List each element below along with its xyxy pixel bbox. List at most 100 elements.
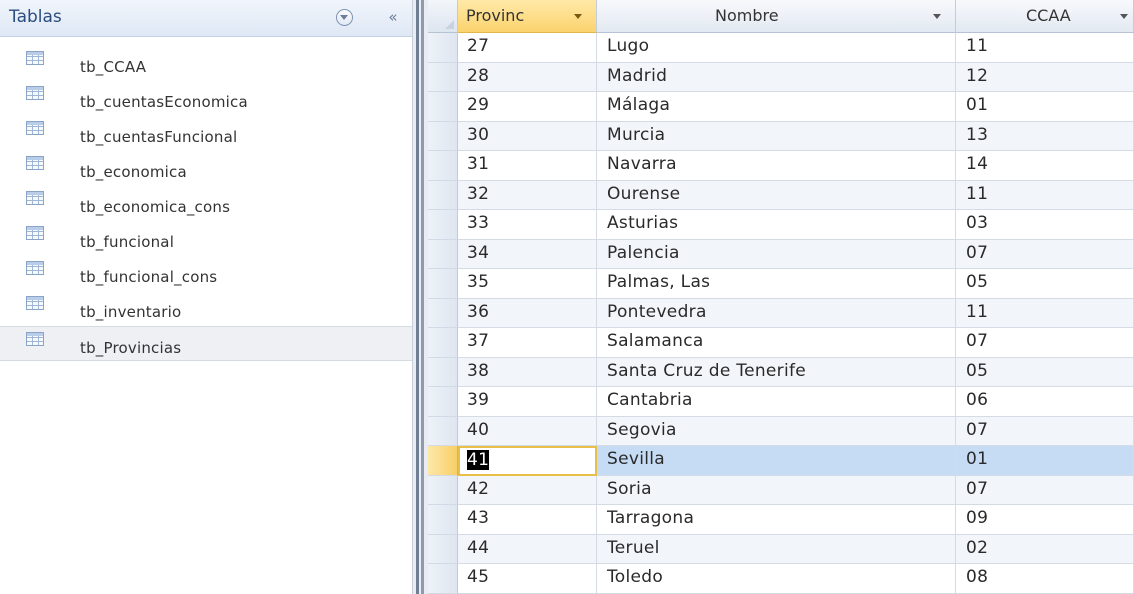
- table-cell[interactable]: 07: [956, 328, 1134, 358]
- table-cell[interactable]: 11: [956, 180, 1134, 210]
- nav-item-table[interactable]: tb_economica: [0, 151, 412, 186]
- nav-item-table[interactable]: tb_funcional_cons: [0, 256, 412, 291]
- table-row[interactable]: 29 Málaga 01: [428, 92, 1134, 122]
- table-cell[interactable]: Toledo: [597, 564, 956, 594]
- table-cell[interactable]: 43: [458, 505, 597, 535]
- table-row[interactable]: 33 Asturias 03: [428, 210, 1134, 240]
- table-cell[interactable]: 06: [956, 387, 1134, 417]
- table-cell[interactable]: 35: [458, 269, 597, 299]
- table-cell[interactable]: Teruel: [597, 534, 956, 564]
- table-cell[interactable]: 45: [458, 564, 597, 594]
- table-cell[interactable]: Santa Cruz de Tenerife: [597, 357, 956, 387]
- table-cell[interactable]: Málaga: [597, 92, 956, 122]
- record-selector[interactable]: [428, 151, 458, 181]
- table-cell[interactable]: 01: [956, 446, 1134, 476]
- dropdown-arrow-icon[interactable]: [574, 14, 582, 19]
- table-cell[interactable]: 44: [458, 534, 597, 564]
- table-cell[interactable]: 11: [956, 298, 1134, 328]
- column-header-nombre[interactable]: Nombre: [597, 0, 956, 33]
- table-cell[interactable]: 28: [458, 62, 597, 92]
- table-cell[interactable]: Ourense: [597, 180, 956, 210]
- table-cell[interactable]: Sevilla: [597, 446, 956, 476]
- table-cell[interactable]: 07: [956, 475, 1134, 505]
- nav-item-table[interactable]: tb_CCAA: [0, 46, 412, 81]
- table-row[interactable]: 45 Toledo 08: [428, 564, 1134, 594]
- record-selector[interactable]: [428, 298, 458, 328]
- table-cell[interactable]: 37: [458, 328, 597, 358]
- record-selector[interactable]: [428, 210, 458, 240]
- table-row[interactable]: 36 Pontevedra 11: [428, 298, 1134, 328]
- nav-item-table[interactable]: tb_economica_cons: [0, 186, 412, 221]
- record-selector[interactable]: [428, 33, 458, 63]
- table-cell[interactable]: 01: [956, 92, 1134, 122]
- table-row[interactable]: 34 Palencia 07: [428, 239, 1134, 269]
- table-cell[interactable]: Cantabria: [597, 387, 956, 417]
- table-cell[interactable]: 27: [458, 33, 597, 63]
- table-row[interactable]: 39 Cantabria 06: [428, 387, 1134, 417]
- table-row[interactable]: 40 Segovia 07: [428, 416, 1134, 446]
- table-cell[interactable]: 33: [458, 210, 597, 240]
- column-header-provinc[interactable]: Provinc: [458, 0, 597, 33]
- record-selector[interactable]: [428, 505, 458, 535]
- table-cell[interactable]: 02: [956, 534, 1134, 564]
- table-cell[interactable]: Pontevedra: [597, 298, 956, 328]
- table-cell[interactable]: 08: [956, 564, 1134, 594]
- table-row[interactable]: 27 Lugo 11: [428, 33, 1134, 63]
- table-cell[interactable]: 39: [458, 387, 597, 417]
- table-cell[interactable]: Navarra: [597, 151, 956, 181]
- table-row[interactable]: 38 Santa Cruz de Tenerife 05: [428, 357, 1134, 387]
- table-cell[interactable]: 41: [458, 446, 597, 476]
- table-cell[interactable]: Murcia: [597, 121, 956, 151]
- table-row[interactable]: 37 Salamanca 07: [428, 328, 1134, 358]
- table-cell[interactable]: 07: [956, 416, 1134, 446]
- record-selector[interactable]: [428, 446, 458, 476]
- table-cell[interactable]: 09: [956, 505, 1134, 535]
- column-header-ccaa[interactable]: CCAA: [956, 0, 1134, 33]
- nav-item-table[interactable]: tb_funcional: [0, 221, 412, 256]
- nav-item-table[interactable]: tb_cuentasFuncional: [0, 116, 412, 151]
- record-selector[interactable]: [428, 416, 458, 446]
- table-row[interactable]: 41 Sevilla 01: [428, 446, 1134, 476]
- dropdown-arrow-icon[interactable]: [1120, 14, 1128, 19]
- record-selector[interactable]: [428, 62, 458, 92]
- record-selector[interactable]: [428, 564, 458, 594]
- table-cell[interactable]: 03: [956, 210, 1134, 240]
- nav-title[interactable]: Tablas: [9, 7, 62, 27]
- pane-splitter[interactable]: [412, 0, 429, 594]
- table-cell[interactable]: 31: [458, 151, 597, 181]
- table-row[interactable]: 35 Palmas, Las 05: [428, 269, 1134, 299]
- record-selector[interactable]: [428, 534, 458, 564]
- record-selector[interactable]: [428, 269, 458, 299]
- nav-item-table[interactable]: tb_Provincias: [0, 326, 412, 361]
- table-cell[interactable]: 30: [458, 121, 597, 151]
- record-selector[interactable]: [428, 239, 458, 269]
- table-cell[interactable]: 11: [956, 33, 1134, 63]
- table-cell[interactable]: Segovia: [597, 416, 956, 446]
- table-cell[interactable]: Soria: [597, 475, 956, 505]
- table-cell[interactable]: Tarragona: [597, 505, 956, 535]
- table-cell[interactable]: 07: [956, 239, 1134, 269]
- table-cell[interactable]: Madrid: [597, 62, 956, 92]
- table-cell[interactable]: Palencia: [597, 239, 956, 269]
- table-cell[interactable]: 34: [458, 239, 597, 269]
- table-cell[interactable]: 05: [956, 357, 1134, 387]
- table-row[interactable]: 30 Murcia 13: [428, 121, 1134, 151]
- record-selector[interactable]: [428, 475, 458, 505]
- record-selector[interactable]: [428, 328, 458, 358]
- select-all-corner[interactable]: [428, 0, 458, 33]
- record-selector[interactable]: [428, 357, 458, 387]
- table-cell[interactable]: Asturias: [597, 210, 956, 240]
- dropdown-arrow-icon[interactable]: [933, 14, 941, 19]
- table-cell[interactable]: Salamanca: [597, 328, 956, 358]
- table-cell[interactable]: 14: [956, 151, 1134, 181]
- table-cell[interactable]: Palmas, Las: [597, 269, 956, 299]
- table-row[interactable]: 31 Navarra 14: [428, 151, 1134, 181]
- table-cell[interactable]: Lugo: [597, 33, 956, 63]
- table-cell[interactable]: 12: [956, 62, 1134, 92]
- table-row[interactable]: 42 Soria 07: [428, 475, 1134, 505]
- table-cell[interactable]: 36: [458, 298, 597, 328]
- table-cell[interactable]: 05: [956, 269, 1134, 299]
- nav-item-table[interactable]: tb_cuentasEconomica: [0, 81, 412, 116]
- table-row[interactable]: 28 Madrid 12: [428, 62, 1134, 92]
- table-cell[interactable]: 29: [458, 92, 597, 122]
